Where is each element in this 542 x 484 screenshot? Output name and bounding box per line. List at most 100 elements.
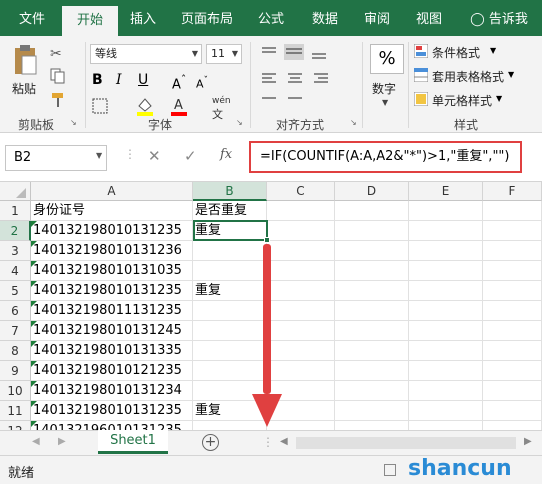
grid-cell[interactable] <box>409 261 483 281</box>
grid-cell[interactable] <box>335 321 409 341</box>
percent-icon[interactable]: % <box>370 44 404 74</box>
column-header-e[interactable]: E <box>409 182 483 201</box>
tell-me-search[interactable]: ◯ 告诉我 <box>462 0 536 36</box>
grid-cell[interactable] <box>335 261 409 281</box>
tab-data[interactable]: 数据 <box>302 0 348 36</box>
paste-icon[interactable] <box>12 42 38 76</box>
cut-icon[interactable]: ✂ <box>50 46 66 62</box>
cell-id-number[interactable]: 140132198010131235 <box>31 221 193 241</box>
column-header-b[interactable]: B <box>193 182 267 201</box>
grid-cell[interactable] <box>483 281 542 301</box>
tab-page-layout[interactable]: 页面布局 <box>170 0 244 36</box>
row-header[interactable]: 3 <box>0 241 31 261</box>
tab-split-icon[interactable]: ⋮ <box>262 435 274 449</box>
borders-icon[interactable] <box>92 98 110 114</box>
name-box[interactable]: B2 <box>5 145 107 171</box>
grid-cell[interactable] <box>409 321 483 341</box>
hscroll-right-icon[interactable]: ▶ <box>524 436 532 447</box>
chevron-down-icon[interactable]: ▼ <box>490 46 496 55</box>
grid-cell[interactable] <box>335 381 409 401</box>
cell-id-number[interactable]: 140132198010131335 <box>31 341 193 361</box>
row-header[interactable]: 8 <box>0 341 31 361</box>
cell-id-number[interactable]: 140132198010121235 <box>31 361 193 381</box>
grid-cell[interactable] <box>409 381 483 401</box>
normal-view-icon[interactable] <box>384 464 396 476</box>
grid-cell[interactable] <box>483 361 542 381</box>
grow-font-icon[interactable]: Aˆ <box>172 73 186 92</box>
chevron-down-icon[interactable]: ▼ <box>496 94 502 103</box>
column-header-d[interactable]: D <box>335 182 409 201</box>
grid-cell[interactable] <box>483 341 542 361</box>
grid-cell[interactable] <box>335 401 409 421</box>
grid-cell[interactable] <box>409 221 483 241</box>
tab-insert[interactable]: 插入 <box>120 0 166 36</box>
cell-id-number[interactable]: 身份证号 <box>31 201 193 221</box>
row-header[interactable]: 11 <box>0 401 31 421</box>
cell-styles-button[interactable]: 单元格样式 <box>432 92 492 109</box>
grid-cell[interactable] <box>335 301 409 321</box>
cell-id-number[interactable]: 140132198010131245 <box>31 321 193 341</box>
column-header-f[interactable]: F <box>483 182 542 201</box>
scroll-left-icon[interactable]: ◀ <box>32 436 40 447</box>
cell-id-number[interactable]: 140132198010131235 <box>31 281 193 301</box>
grid-cell[interactable] <box>335 281 409 301</box>
formula-input[interactable]: =IF(COUNTIF(A:A,A2&"*")>1,"重复","") <box>249 141 522 173</box>
underline-icon[interactable]: U <box>138 72 148 88</box>
scroll-right-icon[interactable]: ▶ <box>58 436 66 447</box>
cell-id-number[interactable]: 140132198010131235 <box>31 401 193 421</box>
add-sheet-icon[interactable]: + <box>202 434 219 451</box>
grid-cell[interactable] <box>267 221 335 241</box>
clipboard-launcher-icon[interactable]: ↘ <box>70 118 77 127</box>
cell-id-number[interactable]: 140132198010131035 <box>31 261 193 281</box>
conditional-format-button[interactable]: 条件格式 <box>432 44 480 61</box>
alignment-buttons[interactable] <box>258 44 354 108</box>
grid-cell[interactable] <box>335 201 409 221</box>
copy-icon[interactable] <box>50 68 66 84</box>
select-all-corner[interactable] <box>0 182 31 201</box>
grid-cell[interactable] <box>409 241 483 261</box>
shrink-font-icon[interactable]: Aˇ <box>196 75 208 91</box>
font-name-combo[interactable]: 等线 ▼ <box>90 44 202 64</box>
tab-file[interactable]: 文件 <box>6 0 58 36</box>
tab-view[interactable]: 视图 <box>406 0 452 36</box>
grid-cell[interactable] <box>483 201 542 221</box>
fill-handle[interactable] <box>264 237 270 243</box>
grid-cell[interactable] <box>483 381 542 401</box>
tab-formulas[interactable]: 公式 <box>248 0 294 36</box>
bold-icon[interactable]: B <box>92 72 103 88</box>
grid-cell[interactable] <box>409 301 483 321</box>
horizontal-scrollbar[interactable] <box>296 437 516 449</box>
chevron-down-icon[interactable]: ▼ <box>508 70 514 79</box>
column-header-c[interactable]: C <box>267 182 335 201</box>
grid-cell[interactable] <box>409 361 483 381</box>
font-size-combo[interactable]: 11 ▼ <box>206 44 242 64</box>
row-header[interactable]: 9 <box>0 361 31 381</box>
active-cell-outline[interactable] <box>193 220 268 241</box>
grid-cell[interactable] <box>267 201 335 221</box>
grid-cell[interactable] <box>409 281 483 301</box>
grid-cell[interactable] <box>483 241 542 261</box>
grid-cell[interactable] <box>483 401 542 421</box>
grid-cell[interactable] <box>409 201 483 221</box>
row-header[interactable]: 1 <box>0 201 31 221</box>
cell-id-number[interactable]: 140132198010131234 <box>31 381 193 401</box>
grid-cell[interactable] <box>409 401 483 421</box>
alignment-launcher-icon[interactable]: ↘ <box>350 118 357 127</box>
cell-id-number[interactable]: 140132198010131236 <box>31 241 193 261</box>
row-header[interactable]: 6 <box>0 301 31 321</box>
row-header[interactable]: 2 <box>0 221 31 241</box>
row-header[interactable]: 4 <box>0 261 31 281</box>
tab-review[interactable]: 审阅 <box>354 0 400 36</box>
confirm-icon[interactable]: ✓ <box>184 147 197 165</box>
cancel-icon[interactable]: ✕ <box>148 147 161 165</box>
row-header[interactable]: 7 <box>0 321 31 341</box>
grid-cell[interactable] <box>335 341 409 361</box>
row-header[interactable]: 5 <box>0 281 31 301</box>
grid-cell[interactable] <box>483 261 542 281</box>
chevron-down-icon[interactable]: ▼ <box>96 151 102 160</box>
cell-duplicate-flag[interactable]: 是否重复 <box>193 201 267 221</box>
fill-color-icon[interactable] <box>136 96 154 116</box>
insert-function-icon[interactable]: fx <box>220 147 232 162</box>
row-header[interactable]: 10 <box>0 381 31 401</box>
paste-label[interactable]: 粘贴 <box>12 80 36 97</box>
